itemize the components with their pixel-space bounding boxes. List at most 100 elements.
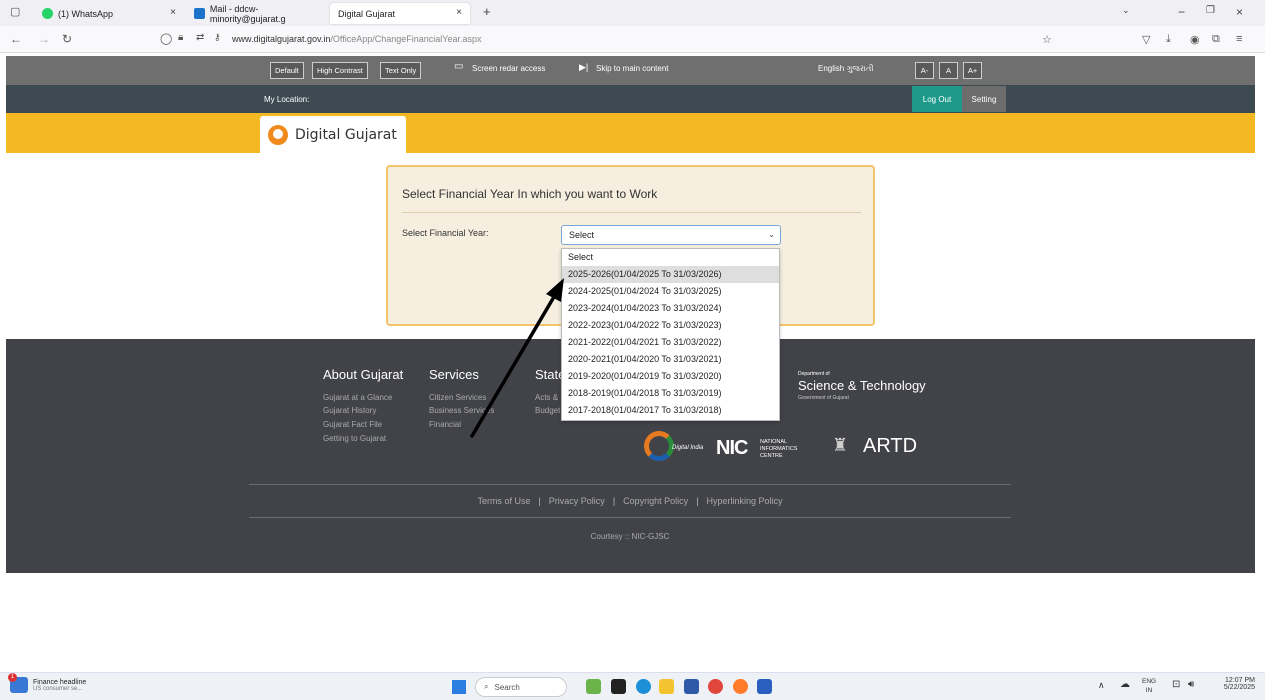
region-code: IN [1145,687,1153,694]
font-normal-button[interactable]: A [939,62,958,79]
news-subtitle: US consumer se... [33,685,83,692]
skip-to-content-link[interactable]: Skip to main content [596,64,668,73]
arrow-head [546,278,564,302]
copyright-link[interactable]: Copyright Policy [623,496,688,506]
dropdown-option-highlighted[interactable]: 2025-2026(01/04/2025 To 31/03/2026) [562,266,779,283]
permissions-icon[interactable]: ⇄ [196,32,204,43]
dropdown-option[interactable]: 2018-2019(01/04/2018 To 31/03/2019) [562,385,779,402]
tab-digital-gujarat[interactable]: Digital Gujarat × [330,3,470,24]
terms-link[interactable]: Terms of Use [477,496,530,506]
menu-icon[interactable]: ≡ [1236,33,1242,45]
word-icon[interactable] [757,679,772,694]
restore-icon[interactable]: ❐ [1206,5,1215,16]
time: 12:07 PM [1225,677,1255,684]
store-icon[interactable] [684,679,699,694]
edge-icon[interactable] [636,679,651,694]
dropdown-option[interactable]: 2017-2018(01/04/2017 To 31/03/2018) [562,402,779,419]
key-icon[interactable]: ⚷ [214,32,221,43]
network-icon[interactable]: ⊡ [1172,679,1180,690]
privacy-link[interactable]: Privacy Policy [549,496,605,506]
bookmark-star-icon[interactable]: ☆ [1042,33,1052,46]
dropdown-option[interactable]: 2024-2025(01/04/2024 To 31/03/2025) [562,283,779,300]
monitor-icon: ▭ [454,61,464,72]
reload-icon[interactable]: ↻ [62,32,72,46]
url-domain: www.digitalgujarat.gov.in [232,34,331,44]
chrome-icon[interactable] [708,679,723,694]
financial-year-label: Select Financial Year: [402,228,489,238]
minimize-icon[interactable]: − [1178,5,1185,19]
financial-year-select[interactable]: Select ⌄ [561,225,781,245]
volume-icon[interactable]: 🔊︎ [1188,679,1194,690]
footer-link[interactable]: Gujarat History [323,406,376,415]
windows-start-icon[interactable] [452,680,466,694]
clock[interactable]: 12:07 PM 5/22/2025 [1224,677,1255,691]
about-gujarat-heading: About Gujarat [323,367,404,382]
back-icon[interactable]: ← [10,32,22,46]
dropdown-option[interactable]: 2020-2021(01/04/2020 To 31/03/2021) [562,351,779,368]
logout-button[interactable]: Log Out [912,86,962,112]
divider [402,212,861,213]
default-button[interactable]: Default [270,62,304,79]
language-switch[interactable]: English ગુજરાતી [818,64,874,74]
high-contrast-button[interactable]: High Contrast [312,62,368,79]
footer-link[interactable]: Gujarat at a Glance [323,393,392,402]
footer-link[interactable]: Financial [429,420,461,429]
shield-icon[interactable]: ◯ [160,32,172,45]
dst-line3: Government of Gujarat [798,395,849,401]
close-window-icon[interactable]: × [1236,5,1243,19]
desktop-icon[interactable] [611,679,626,694]
new-tab-button[interactable]: + [483,4,491,19]
pocket-icon[interactable]: ▽ [1142,33,1150,46]
language-indicator[interactable]: ENG IN [1142,677,1156,695]
font-increase-button[interactable]: A+ [963,62,982,79]
browser-tab-bar: ▢ (1) WhatsApp × Mail - ddcw-minority@gu… [0,0,1265,26]
text-only-button[interactable]: Text Only [380,62,422,79]
whatsapp-icon [42,8,53,19]
tray-chevron-icon[interactable]: ∧ [1098,680,1105,691]
notification-badge: 1 [8,673,17,682]
footer-link[interactable]: Getting to Gujarat [323,434,386,443]
dropdown-option[interactable]: 2023-2024(01/04/2023 To 31/03/2024) [562,300,779,317]
tab-whatsapp[interactable]: (1) WhatsApp × [34,3,184,24]
address-bar: ← → ↻ ◯ 🔒︎ ⇄ ⚷ www.digitalgujarat.gov.in… [0,26,1265,53]
taskbar-search[interactable]: ⌕ Search [475,677,567,697]
account-icon[interactable]: ◉ [1190,33,1200,46]
tab-list-icon[interactable]: ⌄ [1122,5,1130,16]
tab-label: (1) WhatsApp [58,8,114,19]
forward-icon[interactable]: → [38,32,50,46]
download-icon[interactable]: ⤓ [1166,33,1171,46]
file-explorer-icon[interactable] [659,679,674,694]
brand-logo[interactable]: Digital Gujarat [260,116,406,153]
digital-gujarat-logo-icon [268,124,288,145]
news-title: Finance headline [33,678,87,686]
extensions-icon[interactable]: ⧉ [1212,33,1220,46]
brand-band [6,113,1255,153]
tab-overview-icon[interactable]: ▢ [10,5,20,18]
cloud-icon[interactable]: ☁ [1120,679,1130,690]
card-title: Select Financial Year In which you want … [402,187,658,201]
tab-mail[interactable]: Mail - ddcw-minority@gujarat.g [186,3,332,24]
hyperlinking-link[interactable]: Hyperlinking Policy [707,496,783,506]
date: 5/22/2025 [1223,684,1255,691]
screen-reader-link[interactable]: Screen redar access [472,64,545,73]
url-field[interactable]: www.digitalgujarat.gov.in/OfficeApp/Chan… [232,34,482,44]
brand-name: Digital Gujarat [295,126,397,143]
courtesy-text: Courtesy :: NIC-GJSC [590,532,670,541]
footer-link[interactable]: Gujarat Fact File [323,420,382,429]
news-widget[interactable]: 1 Finance headline US consumer se... [8,673,87,693]
accessibility-bar: Default High Contrast Text Only ▭ Screen… [6,56,1255,85]
lock-icon[interactable]: 🔒︎ [178,32,183,43]
firefox-icon[interactable] [733,679,748,694]
setting-button[interactable]: Setting [962,86,1006,112]
close-icon[interactable]: × [456,7,462,18]
dropdown-option[interactable]: 2021-2022(01/04/2021 To 31/03/2022) [562,334,779,351]
dropdown-option[interactable]: 2019-2020(01/04/2019 To 31/03/2020) [562,368,779,385]
dropdown-option[interactable]: Select [562,249,779,266]
close-icon[interactable]: × [170,7,176,18]
tab-label: Digital Gujarat [338,8,396,19]
footer-divider [249,517,1011,518]
font-decrease-button[interactable]: A- [915,62,934,79]
search-placeholder: Search [494,682,520,692]
dropdown-option[interactable]: 2022-2023(01/04/2022 To 31/03/2023) [562,317,779,334]
app-icon[interactable] [586,679,601,694]
